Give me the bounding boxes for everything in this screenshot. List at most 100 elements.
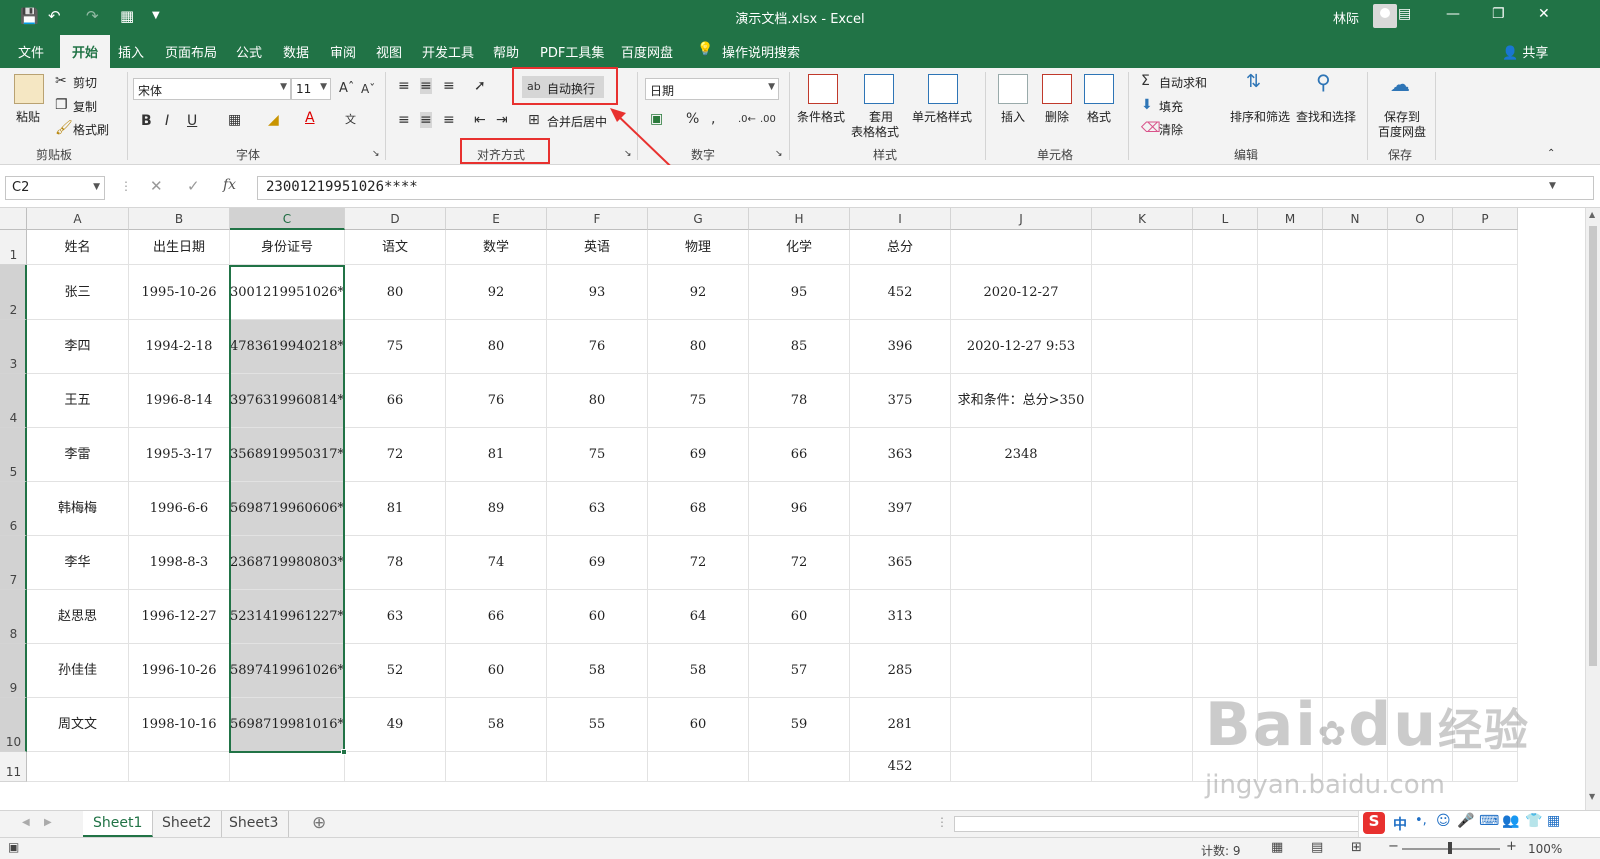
cell-O5[interactable]: [1388, 428, 1453, 482]
cell-L8[interactable]: [1193, 590, 1258, 644]
ime-lang-icon[interactable]: 中: [1393, 814, 1407, 834]
cell-G2[interactable]: 92: [648, 265, 749, 320]
cell-D6[interactable]: 81: [345, 482, 446, 536]
cell-J1[interactable]: [951, 230, 1092, 265]
cell-H7[interactable]: 72: [749, 536, 850, 590]
cell-A10[interactable]: 周文文: [27, 698, 129, 752]
cell-I8[interactable]: 313: [850, 590, 951, 644]
splitter-handle[interactable]: ⋮: [936, 815, 948, 829]
normal-view-icon[interactable]: ▦: [1271, 840, 1283, 855]
column-header-a[interactable]: A: [27, 208, 129, 230]
font-name-select[interactable]: 宋体 ▼: [133, 78, 291, 100]
tab-home[interactable]: 开始: [60, 35, 111, 68]
cell-O8[interactable]: [1388, 590, 1453, 644]
cell-B10[interactable]: 1998-10-16: [129, 698, 230, 752]
emoji-icon[interactable]: ☺: [1436, 813, 1451, 829]
punctuation-icon[interactable]: •,: [1415, 813, 1427, 828]
cell-P7[interactable]: [1453, 536, 1518, 590]
cell-N3[interactable]: [1323, 320, 1388, 374]
row-header-7[interactable]: 7: [0, 536, 27, 590]
row-header-3[interactable]: 3: [0, 320, 27, 374]
column-header-p[interactable]: P: [1453, 208, 1518, 230]
column-header-j[interactable]: J: [951, 208, 1092, 230]
cell-I7[interactable]: 365: [850, 536, 951, 590]
cell-P6[interactable]: [1453, 482, 1518, 536]
cell-O1[interactable]: [1388, 230, 1453, 265]
cell-N5[interactable]: [1323, 428, 1388, 482]
cell-N4[interactable]: [1323, 374, 1388, 428]
currency-icon[interactable]: ▣: [650, 111, 663, 127]
tab-developer[interactable]: 开发工具: [422, 42, 474, 61]
row-header-5[interactable]: 5: [0, 428, 27, 482]
cell-O2[interactable]: [1388, 265, 1453, 320]
cell-K5[interactable]: [1092, 428, 1193, 482]
enter-icon[interactable]: ✓: [187, 177, 200, 195]
cell-K6[interactable]: [1092, 482, 1193, 536]
phonetic-icon[interactable]: 文: [345, 112, 356, 128]
decrease-indent-icon[interactable]: ⇤: [474, 112, 486, 128]
cell-D9[interactable]: 52: [345, 644, 446, 698]
cell-D10[interactable]: 49: [345, 698, 446, 752]
cell-K11[interactable]: [1092, 752, 1193, 782]
sheet-tab-3[interactable]: Sheet3: [219, 811, 290, 837]
cell-L3[interactable]: [1193, 320, 1258, 374]
cell-F7[interactable]: 69: [547, 536, 648, 590]
cell-K7[interactable]: [1092, 536, 1193, 590]
cell-H2[interactable]: 95: [749, 265, 850, 320]
comma-icon[interactable]: ,: [711, 111, 715, 127]
cell-N8[interactable]: [1323, 590, 1388, 644]
italic-icon[interactable]: I: [165, 113, 169, 129]
cell-K8[interactable]: [1092, 590, 1193, 644]
tab-data[interactable]: 数据: [283, 42, 309, 61]
cell-M1[interactable]: [1258, 230, 1323, 265]
cell-J3[interactable]: 2020-12-27 9:53: [951, 320, 1092, 374]
column-header-f[interactable]: F: [547, 208, 648, 230]
cell-G6[interactable]: 68: [648, 482, 749, 536]
cancel-icon[interactable]: ✕: [150, 177, 163, 195]
cell-P1[interactable]: [1453, 230, 1518, 265]
cell-L1[interactable]: [1193, 230, 1258, 265]
cell-E1[interactable]: 数学: [446, 230, 547, 265]
paste-icon[interactable]: [14, 74, 44, 104]
page-layout-view-icon[interactable]: ▤: [1311, 840, 1323, 855]
cell-M3[interactable]: [1258, 320, 1323, 374]
sort-filter-button[interactable]: 排序和筛选: [1230, 108, 1290, 125]
paste-button[interactable]: 粘贴: [16, 108, 40, 125]
format-cells-icon[interactable]: [1084, 74, 1114, 104]
tab-formulas[interactable]: 公式: [236, 42, 262, 61]
tab-view[interactable]: 视图: [376, 42, 402, 61]
cell-J10[interactable]: [951, 698, 1092, 752]
cell-D8[interactable]: 63: [345, 590, 446, 644]
autosum-button[interactable]: 自动求和: [1159, 74, 1207, 91]
cell-D5[interactable]: 72: [345, 428, 446, 482]
skin-icon[interactable]: 👕: [1525, 813, 1542, 829]
insert-function-icon[interactable]: fx: [223, 177, 236, 193]
cell-P4[interactable]: [1453, 374, 1518, 428]
cell-A1[interactable]: 姓名: [27, 230, 129, 265]
clear-icon[interactable]: ⌫: [1141, 120, 1161, 136]
cell-K10[interactable]: [1092, 698, 1193, 752]
column-header-m[interactable]: M: [1258, 208, 1323, 230]
align-center-icon[interactable]: ≡: [420, 112, 432, 128]
cell-L4[interactable]: [1193, 374, 1258, 428]
row-header-10[interactable]: 10: [0, 698, 27, 752]
column-header-l[interactable]: L: [1193, 208, 1258, 230]
increase-decimal-icon[interactable]: .0←: [738, 112, 756, 128]
cell-F6[interactable]: 63: [547, 482, 648, 536]
column-header-c[interactable]: C: [230, 208, 345, 230]
cell-O7[interactable]: [1388, 536, 1453, 590]
cell-M8[interactable]: [1258, 590, 1323, 644]
cell-B2[interactable]: 1995-10-26: [129, 265, 230, 320]
cell-J7[interactable]: [951, 536, 1092, 590]
cell-F9[interactable]: 58: [547, 644, 648, 698]
dialog-launcher-icon[interactable]: ↘: [775, 146, 783, 162]
bold-icon[interactable]: B: [141, 113, 152, 129]
cell-E10[interactable]: 58: [446, 698, 547, 752]
copy-icon[interactable]: ❐: [55, 97, 68, 113]
column-header-n[interactable]: N: [1323, 208, 1388, 230]
cell-I9[interactable]: 285: [850, 644, 951, 698]
cell-L2[interactable]: [1193, 265, 1258, 320]
format-as-table-icon[interactable]: [864, 74, 894, 104]
scroll-up-icon[interactable]: ▲: [1589, 210, 1595, 219]
cell-L7[interactable]: [1193, 536, 1258, 590]
